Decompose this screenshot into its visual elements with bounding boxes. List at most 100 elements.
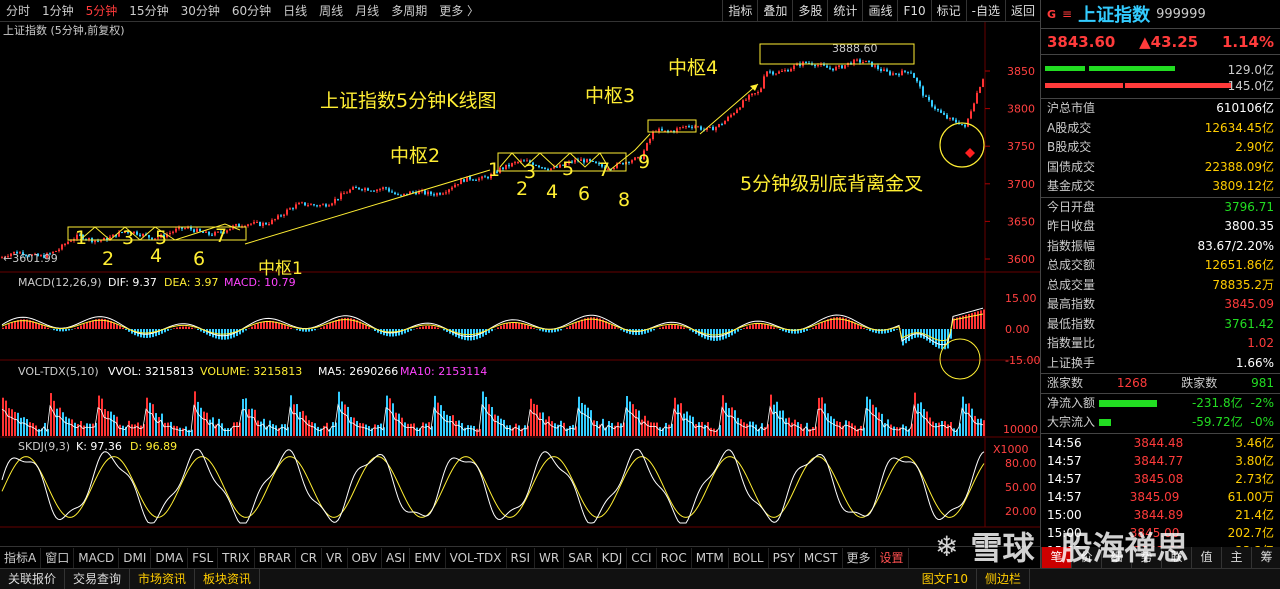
toolbar-button-5[interactable]: F10 bbox=[897, 0, 930, 22]
vol-tick: 10000 bbox=[1003, 423, 1038, 436]
stock-g-icon[interactable]: G bbox=[1047, 8, 1056, 21]
candle-body bbox=[472, 179, 474, 181]
volume-bar bbox=[728, 408, 730, 436]
toolbar-button-6[interactable]: 标记 bbox=[930, 0, 966, 22]
volume-bar bbox=[569, 425, 571, 436]
candle-body bbox=[883, 69, 885, 72]
toolbar-button-4[interactable]: 画线 bbox=[862, 0, 897, 22]
period-tab-8[interactable]: 月线 bbox=[349, 0, 385, 22]
period-tab-7[interactable]: 周线 bbox=[313, 0, 349, 22]
volume-bar bbox=[587, 407, 589, 436]
indicator-tab-4[interactable]: DMA bbox=[151, 547, 189, 568]
macd-bar bbox=[260, 322, 262, 329]
candle-body bbox=[175, 228, 177, 232]
indicator-tab-6[interactable]: TRIX bbox=[218, 547, 255, 568]
volume-bar bbox=[137, 422, 139, 436]
indicator-tab-0[interactable]: 指标A bbox=[0, 547, 42, 568]
indicator-tab-3[interactable]: DMI bbox=[119, 547, 152, 568]
watermark: ❄ 雪球 股海禅思 bbox=[935, 524, 1265, 568]
indicator-tab-23[interactable]: MCST bbox=[800, 547, 843, 568]
candle-body bbox=[940, 110, 942, 113]
indicator-tab-21[interactable]: BOLL bbox=[729, 547, 769, 568]
candle-body bbox=[442, 193, 444, 195]
candle-body bbox=[697, 126, 699, 128]
indicator-tab-13[interactable]: VOL-TDX bbox=[446, 547, 507, 568]
indicator-tab-5[interactable]: FSL bbox=[188, 547, 219, 568]
volume-bar bbox=[533, 403, 535, 436]
period-tab-9[interactable]: 多周期 bbox=[385, 0, 433, 22]
bottom-right-button-0[interactable]: 图文F10 bbox=[914, 569, 977, 589]
period-tab-3[interactable]: 15分钟 bbox=[123, 0, 174, 22]
indicator-tab-12[interactable]: EMV bbox=[410, 547, 446, 568]
period-tab-2[interactable]: 5分钟 bbox=[80, 0, 124, 22]
macd-bar bbox=[650, 329, 652, 332]
index-stat-value: 12651.86亿 bbox=[1204, 258, 1274, 272]
volume-bar bbox=[170, 421, 172, 436]
indicator-tab-24[interactable]: 更多 bbox=[843, 547, 876, 568]
toolbar-button-0[interactable]: 指标 bbox=[722, 0, 757, 22]
macd-bar bbox=[182, 326, 184, 329]
indicator-tab-7[interactable]: BRAR bbox=[255, 547, 297, 568]
candle-body bbox=[556, 166, 558, 168]
toolbar-button-8[interactable]: 返回 bbox=[1004, 0, 1040, 22]
indicator-tab-15[interactable]: WR bbox=[535, 547, 565, 568]
menu-icon[interactable]: ≡ bbox=[1062, 7, 1072, 21]
indicator-tab-25[interactable]: 设置 bbox=[876, 547, 909, 568]
toolbar-button-2[interactable]: 多股 bbox=[792, 0, 827, 22]
volume-bar bbox=[11, 409, 13, 436]
candle-body bbox=[721, 124, 723, 126]
price-tick-label: 3750 bbox=[1007, 140, 1035, 153]
volume-bar bbox=[56, 408, 58, 436]
kline-chart[interactable]: 上证指数 (5分钟,前复权) 3850 3800 3750 3700 3650 3600 ←3… bbox=[0, 22, 1040, 530]
volume-bar bbox=[272, 424, 274, 436]
flow-row: 大宗流入 -59.72亿 -0% bbox=[1041, 413, 1280, 433]
candle-body bbox=[313, 204, 315, 206]
toolbar-button-3[interactable]: 统计 bbox=[827, 0, 862, 22]
period-tab-1[interactable]: 1分钟 bbox=[36, 0, 80, 22]
index-stat-row: 最高指数 3845.09 bbox=[1041, 295, 1280, 315]
bottom-tab-2[interactable]: 市场资讯 bbox=[130, 569, 196, 589]
volume-bar bbox=[200, 407, 202, 436]
indicator-tab-19[interactable]: ROC bbox=[657, 547, 692, 568]
period-tab-10[interactable]: 更多 〉 bbox=[433, 0, 485, 22]
period-tab-4[interactable]: 30分钟 bbox=[175, 0, 226, 22]
indicator-tab-2[interactable]: MACD bbox=[74, 547, 120, 568]
bottom-right-button-1[interactable]: 侧边栏 bbox=[977, 569, 1030, 589]
bottom-tab-0[interactable]: 关联报价 bbox=[0, 569, 66, 589]
toolbar-button-1[interactable]: 叠加 bbox=[757, 0, 792, 22]
indicator-tab-1[interactable]: 窗口 bbox=[41, 547, 75, 568]
macd-bar bbox=[557, 329, 559, 332]
indicator-tab-17[interactable]: KDJ bbox=[598, 547, 628, 568]
indicator-tab-16[interactable]: SAR bbox=[564, 547, 598, 568]
indicator-tab-8[interactable]: CR bbox=[296, 547, 322, 568]
indicator-tab-22[interactable]: PSY bbox=[769, 547, 800, 568]
macd-bar bbox=[125, 329, 127, 330]
indicator-tab-11[interactable]: ASI bbox=[382, 547, 411, 568]
indicator-tab-9[interactable]: VR bbox=[322, 547, 348, 568]
candle-body bbox=[367, 188, 369, 191]
bottom-tab-1[interactable]: 交易查询 bbox=[65, 569, 131, 589]
volume-bar bbox=[77, 424, 79, 436]
indicator-tab-14[interactable]: RSI bbox=[507, 547, 536, 568]
volume-bar bbox=[218, 418, 220, 436]
volume-bar bbox=[59, 407, 61, 436]
volume-bar bbox=[119, 424, 121, 436]
indicator-tab-18[interactable]: CCI bbox=[627, 547, 657, 568]
period-tab-6[interactable]: 日线 bbox=[277, 0, 313, 22]
period-tab-5[interactable]: 60分钟 bbox=[226, 0, 277, 22]
toolbar-button-7[interactable]: -自选 bbox=[965, 0, 1005, 22]
candle-body bbox=[448, 189, 450, 193]
indicator-tab-10[interactable]: OBV bbox=[348, 547, 383, 568]
period-tab-0[interactable]: 分时 bbox=[0, 0, 36, 22]
candle-body bbox=[454, 184, 456, 188]
market-stat-row: B股成交 2.90亿 bbox=[1041, 138, 1280, 158]
candle-body bbox=[292, 208, 294, 210]
volume-bar bbox=[635, 409, 637, 436]
market-stat-value: 2.90亿 bbox=[1235, 140, 1274, 154]
indicator-tab-20[interactable]: MTM bbox=[692, 547, 729, 568]
volume-bar bbox=[962, 396, 964, 436]
macd-bar bbox=[44, 326, 46, 329]
candle-body bbox=[835, 66, 837, 71]
bottom-tab-3[interactable]: 板块资讯 bbox=[195, 569, 261, 589]
annotation-zs3: 中枢3 bbox=[585, 85, 635, 107]
